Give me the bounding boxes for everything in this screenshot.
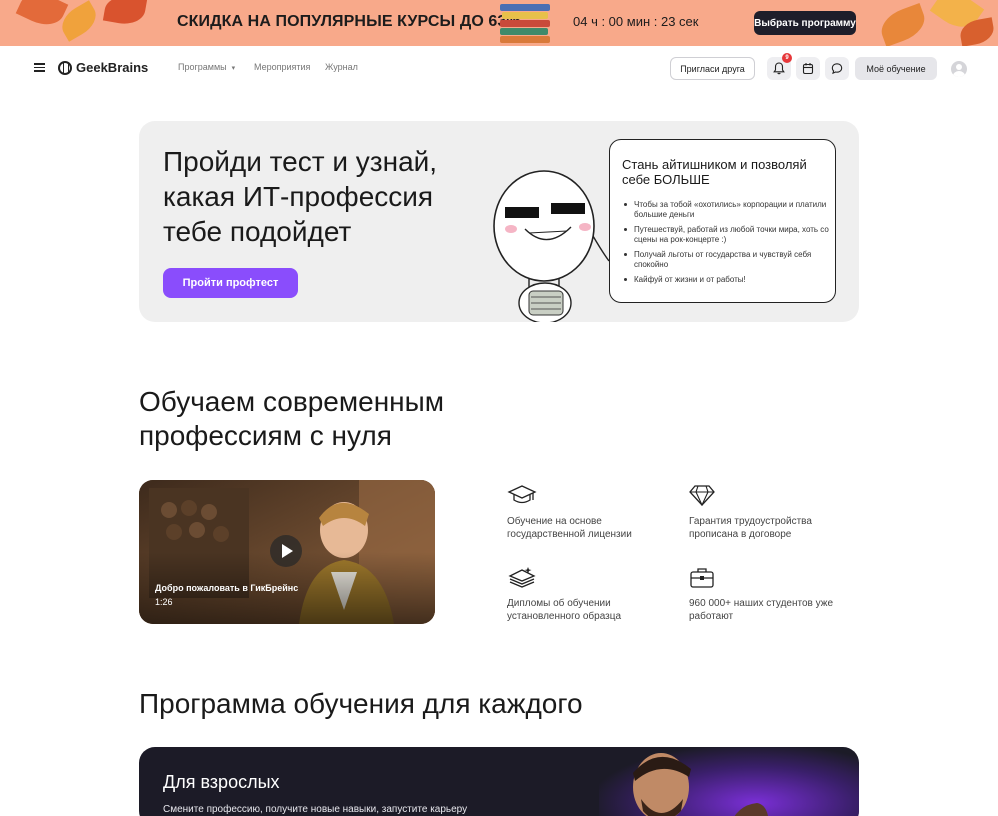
diamond-icon: [689, 485, 715, 506]
messages-button[interactable]: [825, 57, 849, 80]
chevron-down-icon: ▾: [231, 65, 236, 72]
top-navigation: GeekBrains Программы ▾ Мероприятия Журнал…: [0, 46, 998, 90]
section-title: Обучаем современным профессиям с нуля: [139, 386, 444, 451]
proftest-banner: Пройди тест и узнай, какая ИТ-профессия …: [139, 121, 859, 322]
take-test-button[interactable]: Пройти профтест: [163, 268, 298, 298]
video-duration: 1:26: [155, 597, 173, 607]
adult-card-title: Для взрослых: [163, 772, 280, 792]
choose-program-button[interactable]: Выбрать программу: [754, 11, 856, 35]
feature-text: Обучение на основе государственной лицен…: [507, 516, 632, 540]
graduation-cap-icon: [507, 485, 537, 504]
autumn-leaf-decoration: [102, 0, 148, 28]
books-stack-icon: [500, 2, 550, 44]
adult-person-photo: [633, 753, 768, 816]
autumn-leaf-decoration: [876, 3, 930, 46]
nav-events[interactable]: Мероприятия: [254, 62, 310, 72]
intro-video[interactable]: Добро пожаловать в ГикБрейнс 1:26: [139, 480, 435, 624]
list-item: Получай льготы от государства и чувствуй…: [622, 250, 830, 270]
avatar[interactable]: [951, 61, 967, 77]
nav-programs-label: Программы: [178, 62, 227, 72]
hero-title: Пройди тест и узнай, какая ИТ-профессия …: [163, 146, 438, 247]
adult-card-subtitle: Смените профессию, получите новые навыки…: [163, 804, 468, 815]
section-title: Программа обучения для каждого: [139, 688, 583, 719]
feature-license: Обучение на основе государственной лицен…: [507, 484, 677, 541]
promo-banner: СКИДКА НА ПОПУЛЯРНЫЕ КУРСЫ ДО 63% 04 ч :…: [0, 0, 998, 46]
notifications-button[interactable]: 9: [767, 53, 792, 80]
nav-journal[interactable]: Журнал: [325, 62, 358, 72]
autumn-leaf-decoration: [15, 0, 69, 32]
chat-icon: [831, 63, 843, 75]
briefcase-icon: [690, 568, 714, 588]
list-item: Путешествуй, работай из любой точки мира…: [622, 225, 830, 245]
calendar-icon: [802, 63, 814, 75]
list-item: Кайфуй от жизни и от работы!: [622, 275, 830, 285]
feature-text: Гарантия трудоустройства прописана в дог…: [689, 516, 812, 540]
feature-diplomas: Дипломы об обучении установленного образ…: [507, 566, 677, 623]
logo[interactable]: GeekBrains: [76, 60, 148, 75]
benefits-list: Чтобы за тобой «охотились» корпорации и …: [622, 200, 830, 290]
bubble-title: Стань айтишником и позволяй себе БОЛЬШЕ: [622, 157, 807, 187]
video-title: Добро пожаловать в ГикБрейнс: [155, 583, 299, 593]
feature-text: 960 000+ наших студентов уже работают: [689, 598, 833, 622]
countdown-timer: 04 ч : 00 мин : 23 сек: [573, 14, 699, 29]
meme-character-illustration: [493, 170, 610, 322]
adult-programs-card[interactable]: Для взрослых Смените профессию, получите…: [139, 747, 859, 816]
feature-employment: 960 000+ наших студентов уже работают: [689, 566, 859, 623]
speech-bubble: Стань айтишником и позволяй себе БОЛЬШЕ …: [609, 139, 836, 303]
invite-friend-button[interactable]: Пригласи друга: [670, 57, 755, 80]
play-icon[interactable]: [270, 535, 302, 567]
diplomas-stack-icon: [508, 567, 536, 588]
feature-text: Дипломы об обучении установленного образ…: [507, 598, 622, 622]
feature-guarantee: Гарантия трудоустройства прописана в дог…: [689, 484, 859, 541]
logo-icon[interactable]: [58, 61, 72, 75]
calendar-button[interactable]: [796, 57, 820, 80]
notification-badge: 9: [782, 53, 792, 63]
menu-icon[interactable]: [34, 63, 45, 72]
list-item: Чтобы за тобой «охотились» корпорации и …: [622, 200, 830, 220]
nav-programs[interactable]: Программы ▾: [178, 62, 235, 72]
my-learning-button[interactable]: Моё обучение: [855, 57, 937, 80]
bell-icon: [773, 62, 785, 75]
promo-text: СКИДКА НА ПОПУЛЯРНЫЕ КУРСЫ ДО 63%: [177, 13, 521, 30]
